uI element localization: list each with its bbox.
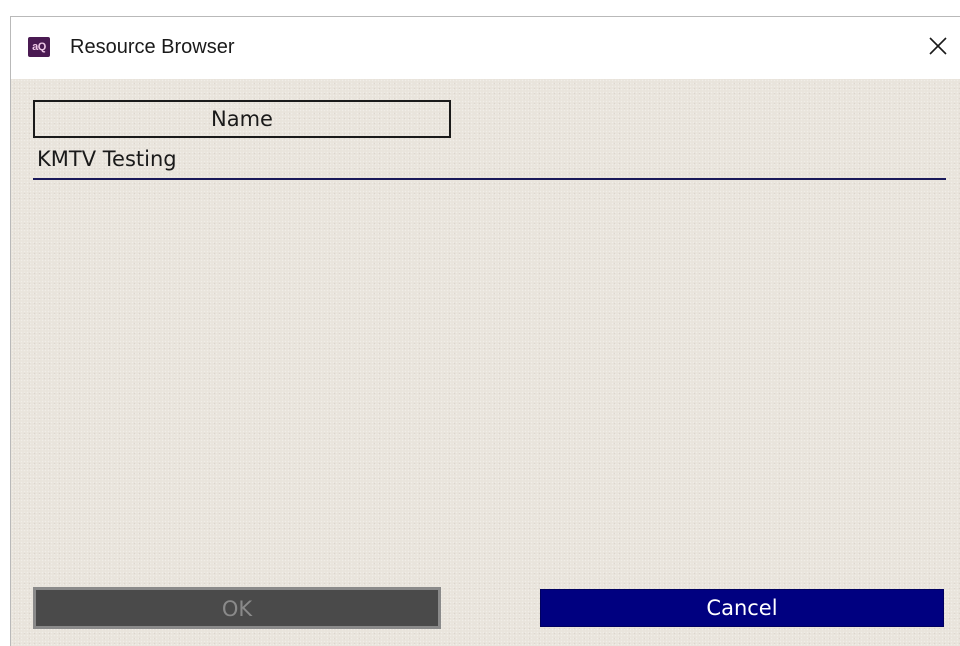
dialog-body: Name KMTV Testing OK Cancel — [11, 79, 960, 646]
title-bar[interactable]: aQ Resource Browser — [11, 17, 960, 79]
window-title: Resource Browser — [70, 36, 235, 58]
close-button[interactable] — [918, 29, 958, 63]
column-header-name[interactable]: Name — [33, 100, 451, 138]
resource-list[interactable]: KMTV Testing — [33, 140, 946, 580]
ok-button: OK — [33, 587, 441, 629]
resource-browser-window: aQ Resource Browser Name KMTV Testing OK… — [10, 16, 960, 646]
close-icon — [929, 37, 947, 55]
cancel-button[interactable]: Cancel — [540, 589, 944, 627]
app-icon: aQ — [28, 37, 50, 57]
list-item[interactable]: KMTV Testing — [33, 140, 946, 180]
